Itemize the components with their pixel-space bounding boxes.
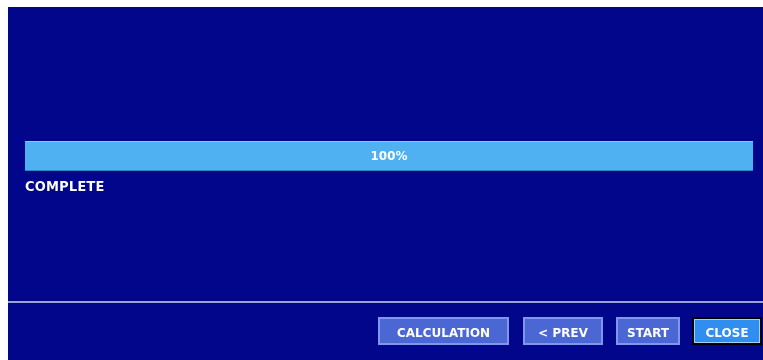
close-button[interactable]: CLOSE (692, 317, 762, 345)
divider (8, 301, 763, 303)
dialog-window: 100% COMPLETE CALCULATION < PREV START C… (8, 7, 763, 360)
prev-button[interactable]: < PREV (523, 317, 603, 345)
progress-percent-label: 100% (370, 149, 408, 163)
calculation-button[interactable]: CALCULATION (378, 317, 509, 345)
status-text: COMPLETE (25, 180, 105, 195)
progress-bar: 100% (25, 141, 753, 171)
start-button[interactable]: START (616, 317, 680, 345)
